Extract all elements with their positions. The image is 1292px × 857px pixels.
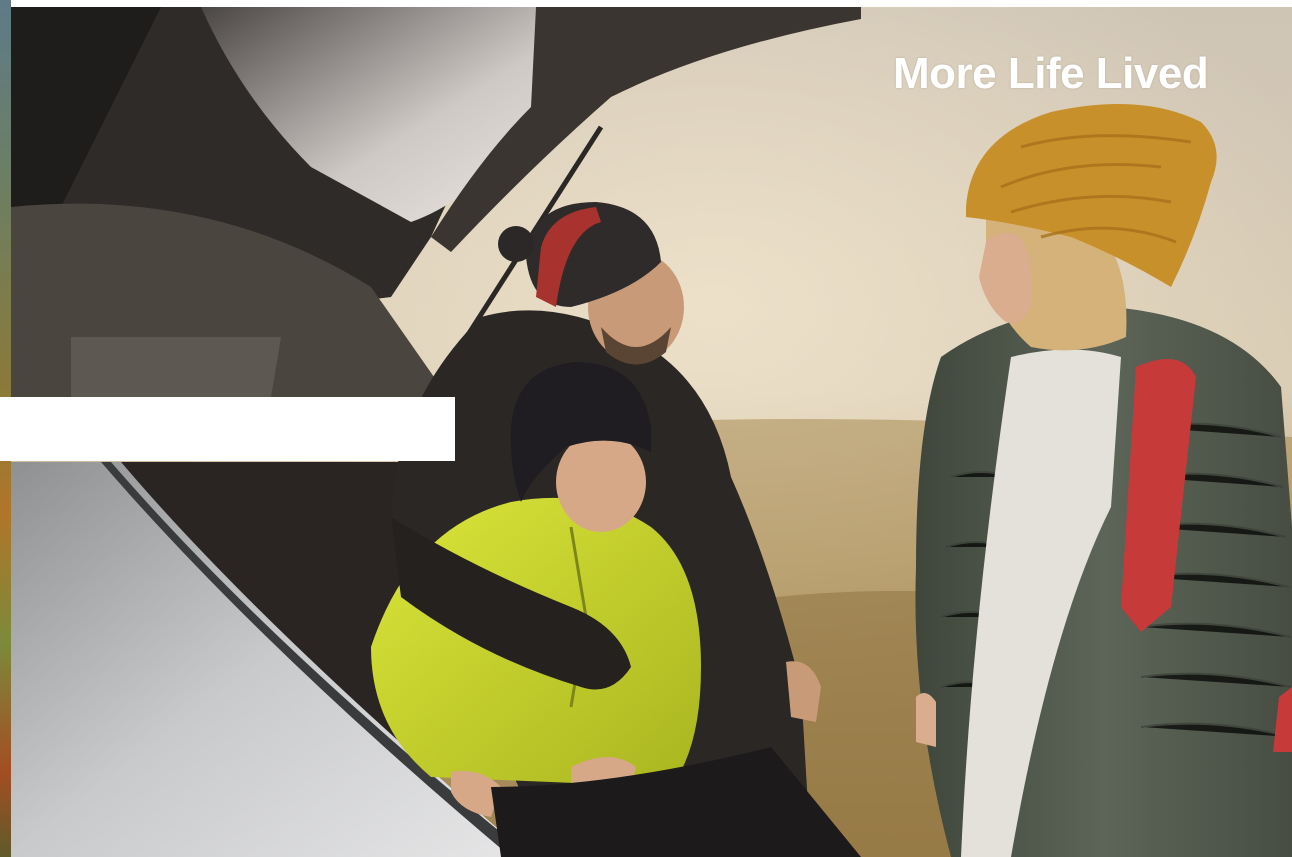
overlay-panel xyxy=(0,397,455,461)
hero-banner: More Life Lived xyxy=(0,0,1292,857)
hero-title: More Life Lived xyxy=(893,49,1209,98)
